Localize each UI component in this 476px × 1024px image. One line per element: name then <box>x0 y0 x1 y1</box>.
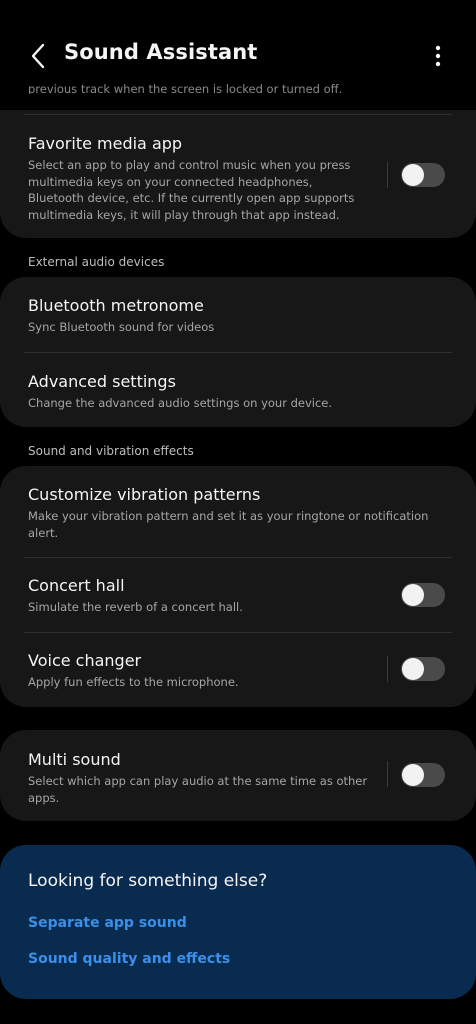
section-header-external-audio: External audio devices <box>28 255 165 269</box>
looking-title: Looking for something else? <box>28 871 268 891</box>
row-title: Advanced settings <box>28 372 176 391</box>
sound-quality-effects-link[interactable]: Sound quality and effects <box>28 951 230 967</box>
row-subtitle: Select which app can play audio at the s… <box>28 774 368 805</box>
chevron-left-icon <box>31 43 45 69</box>
row-subtitle: Sync Bluetooth sound for videos <box>28 320 215 334</box>
voice-changer-toggle[interactable] <box>401 657 445 681</box>
bluetooth-metronome-row[interactable]: Bluetooth metronome Sync Bluetooth sound… <box>0 277 476 352</box>
voice-changer-row[interactable]: Voice changer Apply fun effects to the m… <box>0 633 476 707</box>
vertical-separator <box>387 761 388 787</box>
vertical-separator <box>387 162 388 188</box>
concert-hall-toggle[interactable] <box>401 583 445 607</box>
partial-subtitle: previous track when the screen is locked… <box>28 84 343 94</box>
more-options-button[interactable] <box>424 38 452 74</box>
page-title: Sound Assistant <box>64 40 258 64</box>
multi-sound-toggle[interactable] <box>401 763 445 787</box>
row-subtitle: Apply fun effects to the microphone. <box>28 675 239 689</box>
vertical-separator <box>387 656 388 682</box>
row-title: Bluetooth metronome <box>28 296 204 315</box>
back-button[interactable] <box>22 38 54 74</box>
customize-vibration-row[interactable]: Customize vibration patterns Make your v… <box>0 466 476 557</box>
advanced-settings-row[interactable]: Advanced settings Change the advanced au… <box>0 353 476 427</box>
more-vertical-icon <box>435 45 441 67</box>
settings-card-external-audio: Bluetooth metronome Sync Bluetooth sound… <box>0 277 476 427</box>
multi-sound-row[interactable]: Multi sound Select which app can play au… <box>0 730 476 821</box>
section-header-sound-vibration: Sound and vibration effects <box>28 444 194 458</box>
looking-for-something-else-panel: Looking for something else? Separate app… <box>0 845 476 999</box>
toggle-knob <box>402 658 424 680</box>
row-subtitle: Make your vibration pattern and set it a… <box>28 509 429 540</box>
separate-app-sound-link[interactable]: Separate app sound <box>28 915 187 931</box>
row-subtitle: Select an app to play and control music … <box>28 158 355 222</box>
settings-card-sound-vibration: Customize vibration patterns Make your v… <box>0 466 476 707</box>
toggle-knob <box>402 164 424 186</box>
row-title: Customize vibration patterns <box>28 485 261 504</box>
toggle-knob <box>402 584 424 606</box>
row-subtitle: Simulate the reverb of a concert hall. <box>28 600 243 614</box>
row-title: Concert hall <box>28 576 125 595</box>
favorite-media-app-row[interactable]: Favorite media app Select an app to play… <box>0 115 476 237</box>
row-subtitle: Change the advanced audio settings on yo… <box>28 396 333 410</box>
row-title: Favorite media app <box>28 134 183 153</box>
row-title: Multi sound <box>28 750 121 769</box>
row-title: Voice changer <box>28 651 142 670</box>
settings-card-multi-sound: Multi sound Select which app can play au… <box>0 730 476 821</box>
favorite-media-app-toggle[interactable] <box>401 163 445 187</box>
toggle-knob <box>402 764 424 786</box>
concert-hall-row[interactable]: Concert hall Simulate the reverb of a co… <box>0 558 476 632</box>
